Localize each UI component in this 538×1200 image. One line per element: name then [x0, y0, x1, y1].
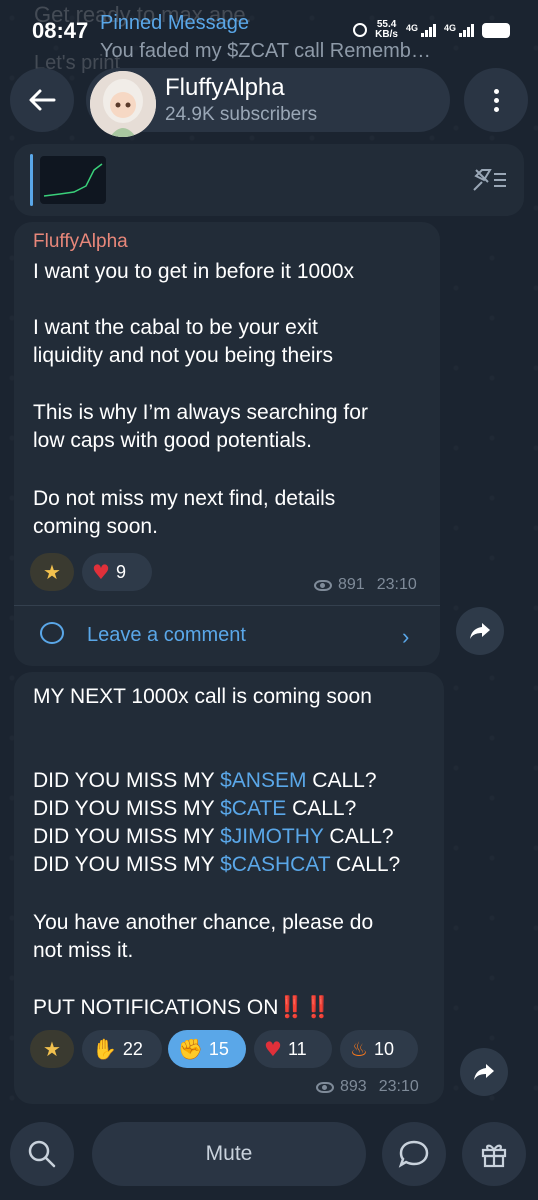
- status-icons: 55.4 KB/s 4G 4G: [353, 20, 510, 40]
- message-text-line: DID YOU MISS MY $CASHCAT CALL?: [33, 853, 400, 877]
- battery-icon: [482, 22, 510, 38]
- pinned-title: Pinned Message: [100, 12, 249, 34]
- unpin-icon[interactable]: [470, 164, 510, 196]
- speed-unit: KB/s: [375, 29, 398, 40]
- star-reaction[interactable]: ★: [30, 553, 74, 591]
- star-reaction-icon: ★: [43, 560, 61, 584]
- signal-icon: 4G: [406, 23, 436, 37]
- message-text-line: DID YOU MISS MY $CATE CALL?: [33, 797, 356, 821]
- message-meta: 891 23:10: [314, 576, 417, 594]
- text-segment: DID YOU MISS MY: [33, 825, 221, 848]
- text-segment: CALL?: [323, 825, 394, 848]
- pinned-thumbnail: [40, 156, 106, 204]
- sender-name[interactable]: FluffyAlpha: [33, 231, 128, 253]
- text-segment: CALL?: [330, 853, 401, 876]
- fire-reaction[interactable]: ♨ 10: [340, 1030, 418, 1068]
- ticker-link[interactable]: $CATE: [220, 797, 286, 820]
- gift-button[interactable]: [462, 1122, 526, 1186]
- pinned-text: You faded my $ZCAT call Rememb…: [100, 40, 431, 62]
- reaction-count: 10: [373, 1038, 394, 1059]
- network-speed: 55.4 KB/s: [375, 20, 398, 40]
- chevron-right-icon[interactable]: ›: [402, 624, 409, 650]
- heart-reaction[interactable]: ♥ 9: [82, 553, 152, 591]
- message-text-line: MY NEXT 1000x call is coming soon: [33, 685, 372, 708]
- message-text-line: PUT NOTIFICATIONS ON‼️‼️: [33, 996, 331, 1020]
- leave-comment-button[interactable]: Leave a comment: [87, 624, 246, 647]
- text-segment: DID YOU MISS MY: [33, 769, 221, 792]
- message-time: 23:10: [376, 576, 417, 593]
- share-icon: [474, 1064, 494, 1080]
- share-button[interactable]: [460, 1048, 508, 1096]
- text-segment: PUT NOTIFICATIONS ON: [33, 996, 279, 1019]
- status-time: 08:47: [32, 18, 89, 43]
- clap-icon: ✋: [92, 1037, 117, 1061]
- chat-icon: [398, 1140, 429, 1168]
- message-text-line: coming soon.: [33, 515, 158, 538]
- view-count: 893: [340, 1078, 367, 1095]
- alarm-icon: [353, 23, 368, 37]
- signal-label: 4G: [405, 23, 418, 33]
- avatar-image: [90, 71, 156, 137]
- message-text-line: I want the cabal to be your exit: [33, 316, 318, 339]
- message-text-line: low caps with good potentials.: [33, 429, 312, 452]
- thumbs-up-icon: ✊: [178, 1037, 203, 1061]
- eye-icon: [316, 1081, 334, 1093]
- text-segment: DID YOU MISS MY: [33, 853, 221, 876]
- reaction-count: 9: [115, 561, 126, 582]
- fire-icon: ♨: [350, 1037, 368, 1061]
- ticker-link[interactable]: $JIMOTHY: [220, 825, 323, 848]
- share-button[interactable]: [456, 607, 504, 655]
- heart-icon: ♥: [264, 1037, 282, 1061]
- heart-reaction[interactable]: ♥ 11: [254, 1030, 332, 1068]
- message-text-line: I want you to get in before it 1000x: [33, 260, 355, 283]
- text-segment: DID YOU MISS MY: [33, 797, 221, 820]
- clap-reaction[interactable]: ✋ 22: [82, 1030, 162, 1068]
- message-text-line: liquidity and not you being theirs: [33, 344, 334, 367]
- back-button[interactable]: [10, 68, 74, 132]
- share-icon: [470, 623, 490, 639]
- thumbs-up-reaction[interactable]: ✊ 15: [168, 1030, 246, 1068]
- signal-icon: 4G: [444, 23, 474, 37]
- divider: [14, 605, 440, 606]
- more-options-button[interactable]: [464, 68, 528, 132]
- reaction-count: 11: [287, 1038, 307, 1059]
- subscriber-count: 24.9K subscribers: [165, 104, 318, 125]
- star-reaction[interactable]: ★: [30, 1030, 74, 1068]
- ticker-link[interactable]: $CASHCAT: [220, 853, 330, 876]
- message-meta: 893 23:10: [316, 1078, 419, 1096]
- avatar[interactable]: [90, 71, 156, 137]
- ticker-link[interactable]: $ANSEM: [220, 769, 306, 792]
- text-segment: CALL?: [306, 769, 377, 792]
- message-text-line: You have another chance, please do: [33, 911, 374, 934]
- reaction-count: 15: [208, 1038, 229, 1059]
- message-text-line: DID YOU MISS MY $ANSEM CALL?: [33, 769, 377, 793]
- heart-icon: ♥: [92, 560, 110, 584]
- search-button[interactable]: [10, 1122, 74, 1186]
- star-reaction-icon: ★: [43, 1037, 61, 1061]
- channel-name: FluffyAlpha: [165, 74, 285, 101]
- mute-button[interactable]: Mute: [92, 1122, 366, 1186]
- view-count: 891: [338, 576, 365, 593]
- signal-label: 4G: [443, 23, 456, 33]
- reaction-count: 22: [122, 1038, 143, 1059]
- message-text-line: Do not miss my next find, details: [33, 487, 336, 510]
- eye-icon: [314, 579, 332, 591]
- message-text-line: not miss it.: [33, 939, 134, 962]
- message-text-line: This is why I’m always searching for: [33, 401, 368, 424]
- double-exclamation-icon: ‼️‼️: [278, 996, 331, 1019]
- text-segment: CALL?: [286, 797, 357, 820]
- more-vert-icon: [493, 88, 499, 94]
- comment-icon: [40, 622, 64, 644]
- back-arrow-icon: [29, 89, 56, 111]
- message-text-line: DID YOU MISS MY $JIMOTHY CALL?: [33, 825, 394, 849]
- pinned-message-bar[interactable]: [14, 144, 524, 216]
- gift-icon: [481, 1144, 507, 1168]
- message-time: 23:10: [378, 1078, 419, 1095]
- pinned-indicator: [30, 154, 33, 206]
- search-icon: [28, 1140, 56, 1168]
- discussion-button[interactable]: [382, 1122, 446, 1186]
